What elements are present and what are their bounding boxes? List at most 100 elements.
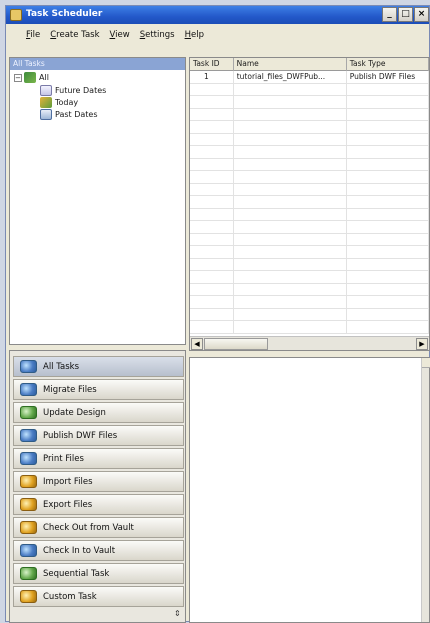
scroll-left-button[interactable]: ◀ (191, 338, 203, 350)
empty-row (190, 83, 429, 96)
window-title: Task Scheduler (26, 9, 103, 19)
nav-check-out-from-vault[interactable]: Check Out from Vault (13, 517, 184, 538)
nav-custom-task[interactable]: Custom Task (13, 586, 184, 607)
tree-node-label: All (39, 73, 49, 82)
app-icon (10, 9, 22, 21)
all-tasks-icon (20, 360, 37, 373)
nav-label: Publish DWF Files (43, 430, 118, 441)
menu-file[interactable]: File (26, 30, 40, 40)
empty-row (190, 146, 429, 159)
cell-name: tutorial_files_DWFPub... (234, 71, 347, 83)
tree-node-future-dates[interactable]: Future Dates (40, 85, 106, 96)
empty-row (190, 308, 429, 321)
nav-export-files[interactable]: Export Files (13, 494, 184, 515)
empty-row (190, 196, 429, 209)
calendar-icon (40, 85, 52, 96)
nav-label: Import Files (43, 476, 93, 487)
calendar-icon (40, 109, 52, 120)
nav-sequential-task[interactable]: Sequential Task (13, 563, 184, 584)
nav-label: Custom Task (43, 591, 97, 602)
task-detail-panel (189, 357, 430, 623)
vertical-scrollbar[interactable] (421, 358, 430, 622)
grid-header: Task ID Name Task Type (190, 58, 429, 71)
tree-node-today[interactable]: Today (40, 97, 78, 108)
nav-all-tasks[interactable]: All Tasks (13, 356, 184, 377)
empty-row (190, 183, 429, 196)
empty-row (190, 271, 429, 284)
maximize-button[interactable]: □ (398, 7, 413, 22)
scroll-thumb[interactable] (204, 338, 268, 350)
cell-task-id: 1 (190, 71, 234, 83)
nav-migrate-files[interactable]: Migrate Files (13, 379, 184, 400)
empty-row (190, 246, 429, 259)
empty-row (190, 133, 429, 146)
table-row[interactable]: 1 tutorial_files_DWFPub... Publish DWF F… (190, 71, 429, 84)
tree-header: All Tasks (10, 58, 185, 70)
scroll-up-button[interactable] (422, 358, 430, 368)
menu-settings[interactable]: Settings (140, 30, 175, 40)
empty-row (190, 121, 429, 134)
nav-label: Print Files (43, 453, 84, 464)
sequential-task-icon (20, 567, 37, 580)
column-header-name[interactable]: Name (234, 58, 347, 71)
empty-row (190, 233, 429, 246)
close-button[interactable]: × (414, 7, 429, 22)
menu-create-task[interactable]: Create Task (50, 30, 99, 40)
empty-row (190, 108, 429, 121)
empty-row (190, 208, 429, 221)
print-icon (20, 452, 37, 465)
empty-row (190, 171, 429, 184)
grid-body: 1 tutorial_files_DWFPub... Publish DWF F… (190, 71, 429, 336)
nav-print-files[interactable]: Print Files (13, 448, 184, 469)
horizontal-scrollbar[interactable]: ◀ ▶ (190, 336, 429, 350)
migrate-icon (20, 383, 37, 396)
menu-view[interactable]: View (110, 30, 130, 40)
update-design-icon (20, 406, 37, 419)
column-header-task-id[interactable]: Task ID (190, 58, 234, 71)
menu-help[interactable]: Help (185, 30, 204, 40)
tree-node-label: Past Dates (55, 110, 98, 119)
window-controls: _ □ × (381, 7, 429, 22)
minimize-button[interactable]: _ (382, 7, 397, 22)
export-icon (20, 498, 37, 511)
nav-label: Migrate Files (43, 384, 97, 395)
nav-publish-dwf-files[interactable]: Publish DWF Files (13, 425, 184, 446)
nav-label: Sequential Task (43, 568, 110, 579)
vault-check-out-icon (20, 521, 37, 534)
vault-check-in-icon (20, 544, 37, 557)
empty-row (190, 258, 429, 271)
empty-row (190, 158, 429, 171)
nav-label: All Tasks (43, 361, 80, 372)
empty-row (190, 96, 429, 109)
nav-import-files[interactable]: Import Files (13, 471, 184, 492)
menu-bar: File Create Task View Settings Help (6, 26, 429, 43)
task-tree-panel: All Tasks − All Future Dates Today Past … (9, 57, 186, 345)
today-icon (40, 97, 52, 108)
tree-node-past-dates[interactable]: Past Dates (40, 109, 98, 120)
empty-row (190, 283, 429, 296)
panel-grip-icon[interactable]: ⇕ (174, 609, 181, 618)
nav-update-design[interactable]: Update Design (13, 402, 184, 423)
nav-check-in-to-vault[interactable]: Check In to Vault (13, 540, 184, 561)
empty-row (190, 296, 429, 309)
nav-label: Update Design (43, 407, 106, 418)
task-scheduler-window: Task Scheduler _ □ × File Create Task Vi… (5, 5, 430, 623)
nav-label: Check In to Vault (43, 545, 116, 556)
tree-node-all[interactable]: − All (14, 72, 49, 83)
all-tasks-icon (24, 72, 36, 83)
empty-row (190, 321, 429, 334)
column-header-task-type[interactable]: Task Type (347, 58, 429, 71)
publish-icon (20, 429, 37, 442)
cell-task-type: Publish DWF Files (347, 71, 429, 83)
tree-node-label: Today (55, 98, 79, 107)
empty-row (190, 221, 429, 234)
task-type-nav: All Tasks Migrate Files Update Design Pu… (9, 350, 186, 623)
nav-label: Export Files (43, 499, 93, 510)
title-bar[interactable]: Task Scheduler _ □ × (6, 6, 429, 24)
import-icon (20, 475, 37, 488)
task-grid: Task ID Name Task Type 1 tutorial_files_… (189, 57, 430, 351)
nav-label: Check Out from Vault (43, 522, 134, 533)
scroll-right-button[interactable]: ▶ (416, 338, 428, 350)
tree-node-label: Future Dates (55, 86, 107, 95)
tree-expander[interactable]: − (14, 73, 22, 82)
